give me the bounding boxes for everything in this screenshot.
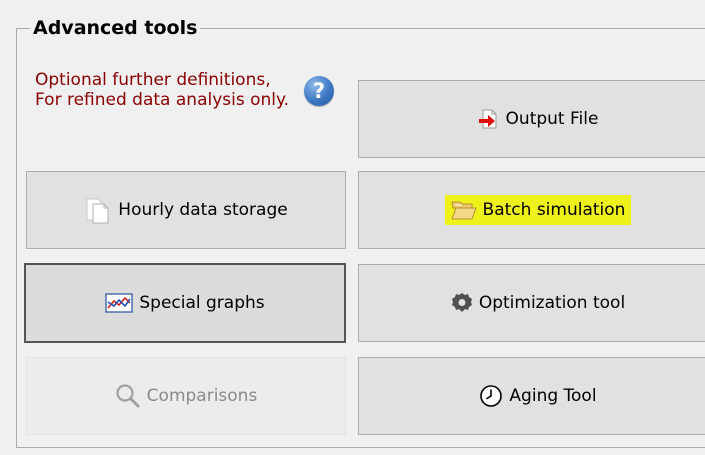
line-graph-icon bbox=[105, 292, 134, 314]
aging-tool-label: Aging Tool bbox=[509, 386, 597, 406]
help-icon[interactable]: ? bbox=[304, 76, 334, 106]
batch-simulation-label: Batch simulation bbox=[482, 200, 626, 220]
advanced-tools-panel: Advanced tools Optional further definiti… bbox=[0, 0, 705, 455]
optimization-tool-button[interactable]: Optimization tool bbox=[358, 264, 705, 342]
info-text: Optional further definitions, For refine… bbox=[35, 70, 290, 110]
output-file-icon bbox=[478, 108, 500, 130]
magnifier-icon bbox=[115, 383, 141, 409]
aging-tool-button[interactable]: Aging Tool bbox=[358, 357, 705, 435]
document-copy-icon bbox=[84, 196, 112, 224]
hourly-data-storage-label: Hourly data storage bbox=[118, 200, 288, 220]
group-title: Advanced tools bbox=[30, 16, 201, 40]
optimization-tool-label: Optimization tool bbox=[478, 293, 626, 313]
special-graphs-button[interactable]: Special graphs bbox=[24, 263, 346, 343]
comparisons-button[interactable]: Comparisons bbox=[26, 357, 346, 435]
clock-icon bbox=[479, 384, 503, 408]
special-graphs-label: Special graphs bbox=[139, 293, 265, 313]
folder-open-icon bbox=[450, 199, 477, 221]
hourly-data-storage-button[interactable]: Hourly data storage bbox=[26, 171, 346, 249]
comparisons-label: Comparisons bbox=[146, 386, 258, 406]
output-file-button[interactable]: Output File bbox=[358, 80, 705, 158]
output-file-label: Output File bbox=[505, 109, 599, 129]
batch-simulation-highlight: Batch simulation bbox=[444, 195, 632, 225]
gear-icon bbox=[451, 292, 473, 314]
batch-simulation-button[interactable]: Batch simulation bbox=[358, 171, 705, 249]
